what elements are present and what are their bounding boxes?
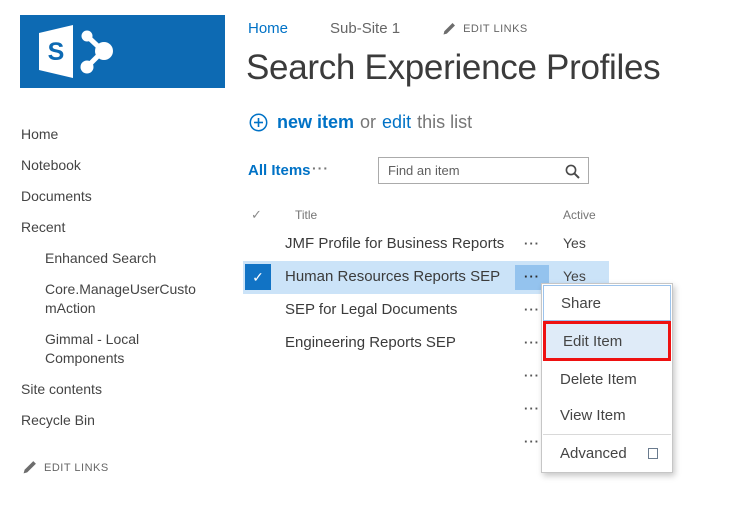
pencil-icon: [22, 460, 37, 475]
sidebar-item-home[interactable]: Home: [21, 125, 231, 144]
row-title[interactable]: SEP for Legal Documents: [285, 301, 457, 318]
or-text: or: [360, 112, 376, 133]
search-icon[interactable]: [564, 163, 581, 180]
sidebar-item-recent[interactable]: Recent: [21, 218, 231, 237]
search-input[interactable]: [379, 158, 588, 183]
select-all-checkmark-icon[interactable]: ✓: [251, 207, 262, 223]
context-menu: Share Edit Item Delete Item View Item Advanc…: [541, 283, 673, 473]
page-title: Search Experience Profiles: [246, 48, 660, 88]
sidebar-item-core-manageusercustomaction[interactable]: Core.ManageUserCustomAction: [21, 280, 199, 318]
submenu-indicator-icon: [648, 448, 658, 459]
sidebar: Home Notebook Documents Recent Enhanced Sear…: [21, 125, 231, 442]
top-nav-item-home[interactable]: Home: [248, 20, 288, 37]
sharepoint-logo[interactable]: S: [20, 15, 225, 88]
menu-item-view-item[interactable]: View Item: [543, 397, 671, 433]
sidebar-item-enhanced-search[interactable]: Enhanced Search: [21, 249, 199, 268]
row-title[interactable]: JMF Profile for Business Reports: [285, 235, 504, 252]
column-header-active[interactable]: Active: [563, 208, 596, 222]
add-circle-icon: [249, 113, 268, 132]
more-views-button[interactable]: ···: [312, 160, 329, 176]
sidebar-item-notebook[interactable]: Notebook: [21, 156, 231, 175]
sharepoint-logo-glyph: S: [37, 23, 147, 80]
row-active-value: Yes: [563, 235, 586, 251]
row-checkbox[interactable]: [245, 231, 271, 257]
sidebar-item-gimmal-local-components[interactable]: Gimmal - Local Components: [21, 330, 199, 368]
new-item-toolbar: new item or edit this list: [249, 112, 472, 133]
menu-item-share[interactable]: Share: [543, 285, 671, 321]
menu-item-label: View Item: [560, 407, 626, 424]
top-edit-links-button[interactable]: EDIT LINKS: [442, 22, 528, 36]
row-checkbox[interactable]: [245, 330, 271, 356]
view-tab-all-items[interactable]: All Items: [248, 162, 311, 179]
row-title[interactable]: Human Resources Reports SEP: [285, 268, 500, 285]
sidebar-item-recycle-bin[interactable]: Recycle Bin: [21, 411, 231, 430]
pencil-icon: [442, 22, 456, 36]
menu-item-label: Edit Item: [563, 333, 622, 350]
menu-item-label: Advanced: [560, 445, 627, 462]
menu-item-edit-item[interactable]: Edit Item: [543, 321, 671, 361]
row-checkbox[interactable]: [245, 396, 271, 422]
menu-item-label: Share: [561, 295, 601, 312]
row-ellipsis-button[interactable]: ···: [515, 232, 549, 257]
table-row[interactable]: JMF Profile for Business Reports ··· Yes: [243, 228, 609, 261]
row-checkbox[interactable]: [245, 297, 271, 323]
menu-item-delete-item[interactable]: Delete Item: [543, 361, 671, 397]
menu-item-advanced[interactable]: Advanced: [543, 435, 671, 471]
sidebar-edit-links-label: EDIT LINKS: [44, 462, 109, 474]
menu-item-label: Delete Item: [560, 371, 637, 388]
sidebar-item-documents[interactable]: Documents: [21, 187, 231, 206]
row-selected-checkmark-icon[interactable]: ✓: [245, 264, 271, 290]
row-checkbox[interactable]: [245, 363, 271, 389]
new-item-link[interactable]: new item: [277, 112, 354, 133]
sidebar-item-site-contents[interactable]: Site contents: [21, 380, 231, 399]
row-active-value: Yes: [563, 268, 586, 284]
search-box: [378, 157, 589, 184]
table-header: ✓ Title Active: [243, 205, 609, 227]
top-nav: Home Sub-Site 1 EDIT LINKS: [248, 20, 528, 37]
edit-list-link[interactable]: edit: [382, 112, 411, 133]
top-nav-items: Home Sub-Site 1: [248, 20, 442, 37]
column-header-title[interactable]: Title: [295, 208, 317, 222]
top-edit-links-label: EDIT LINKS: [463, 23, 528, 35]
row-title[interactable]: Engineering Reports SEP: [285, 334, 456, 351]
top-nav-item-sub-site-1[interactable]: Sub-Site 1: [330, 20, 400, 37]
this-list-text: this list: [417, 112, 472, 133]
svg-text:S: S: [48, 38, 65, 66]
row-checkbox[interactable]: [245, 429, 271, 455]
sidebar-edit-links-button[interactable]: EDIT LINKS: [22, 460, 109, 475]
